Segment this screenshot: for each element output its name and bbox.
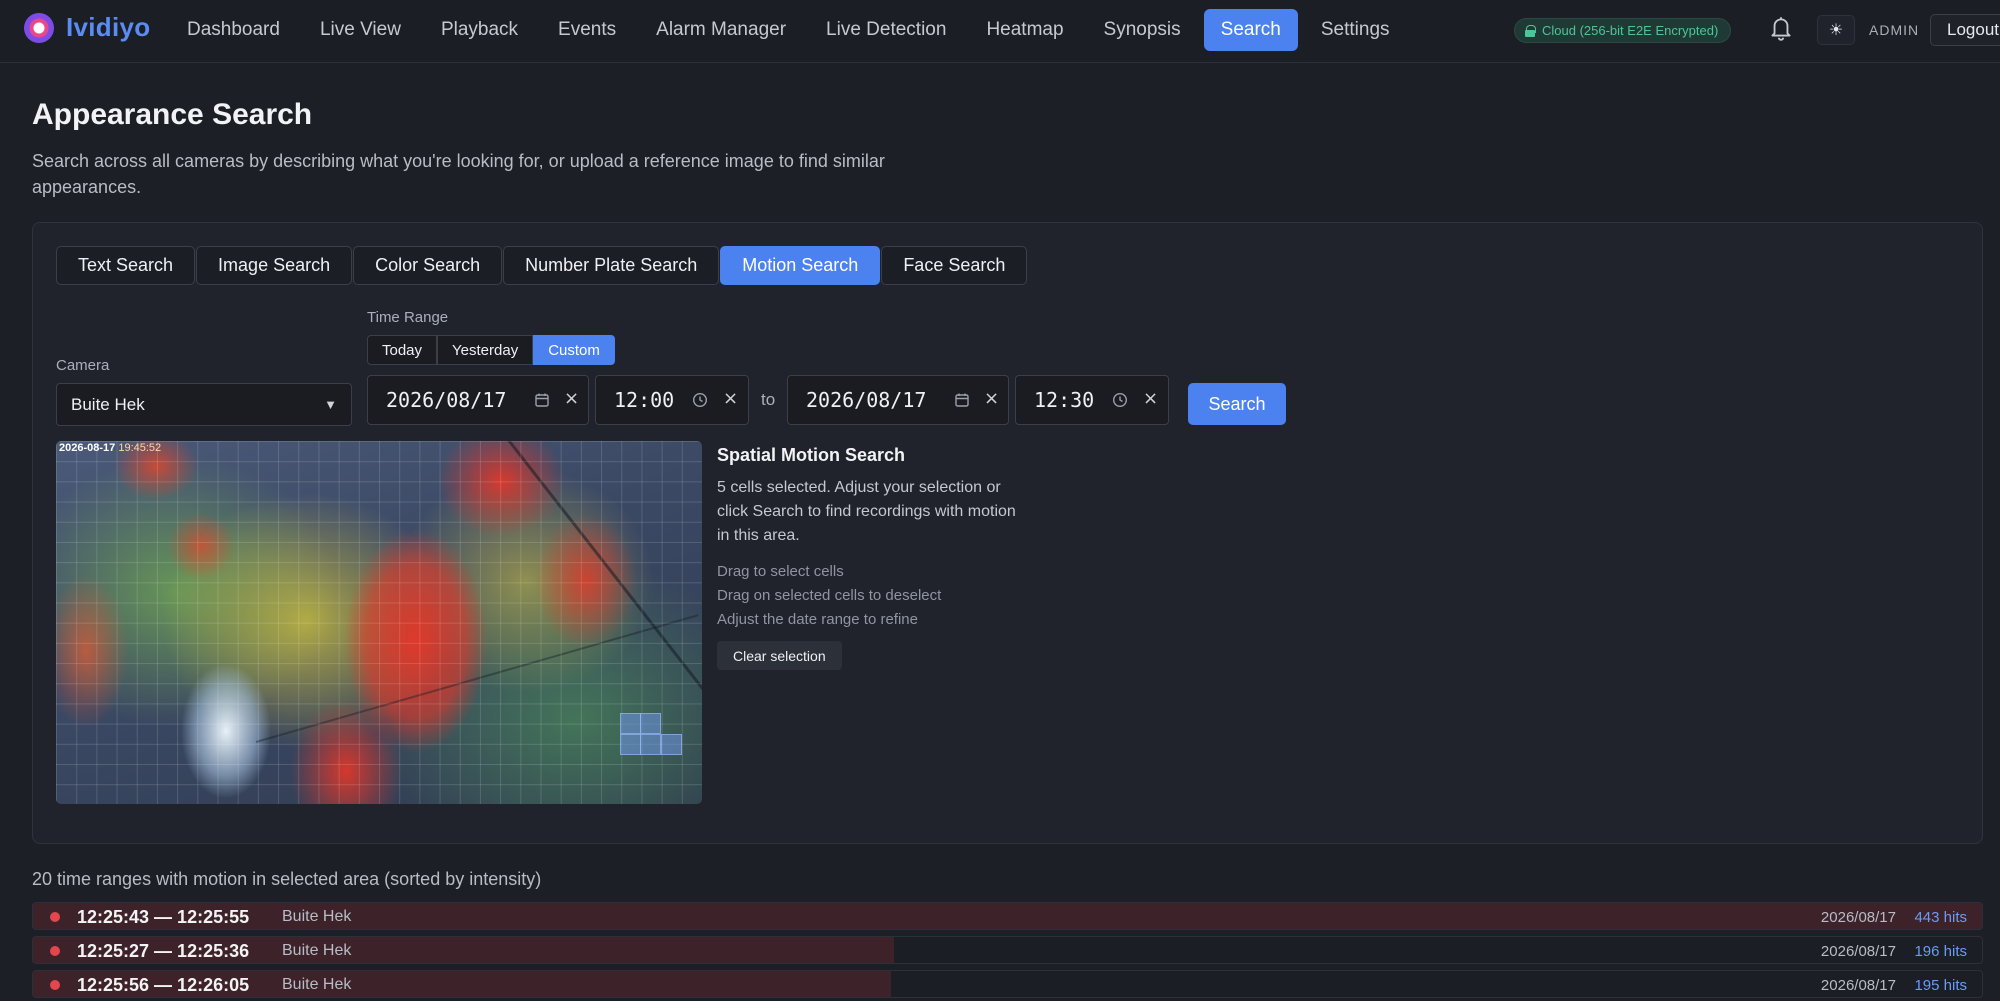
- page-title: Appearance Search: [32, 98, 313, 131]
- range-custom-button[interactable]: Custom: [533, 335, 615, 365]
- start-time-input[interactable]: 12:00 ×: [595, 375, 749, 425]
- result-time-range: 12:25:43 — 12:25:55: [77, 907, 250, 927]
- nav-item-live-detection[interactable]: Live Detection: [809, 9, 963, 51]
- tab-image-search[interactable]: Image Search: [196, 246, 353, 285]
- selected-cell[interactable]: [661, 734, 682, 755]
- result-camera: Buite Hek: [282, 942, 352, 959]
- spatial-search-text: 5 cells selected. Adjust your selection …: [717, 479, 1016, 544]
- range-yesterday-button[interactable]: Yesterday: [437, 335, 534, 365]
- clock-icon[interactable]: [692, 392, 708, 408]
- result-date: 2026/08/17: [1820, 943, 1896, 960]
- clock-icon[interactable]: [1112, 392, 1128, 408]
- caret-down-icon: ▼: [324, 397, 337, 412]
- time-range-group: Today Yesterday Custom: [367, 335, 615, 365]
- brand-name: Ividiyo: [66, 12, 151, 42]
- clear-selection-button[interactable]: Clear selection: [717, 641, 842, 670]
- page-description: Search across all cameras by describing …: [32, 151, 885, 197]
- result-row[interactable]: 12:25:56 — 12:26:05 Buite Hek 2026/08/17…: [32, 970, 1983, 998]
- results-summary: 20 time ranges with motion in selected a…: [32, 869, 542, 889]
- result-camera: Buite Hek: [282, 908, 352, 925]
- hint-drag-select: Drag to select cells: [717, 563, 844, 580]
- result-row[interactable]: 12:25:27 — 12:25:36 Buite Hek 2026/08/17…: [32, 936, 1983, 964]
- end-date-value: 2026/08/17: [806, 388, 927, 412]
- motion-heatmap-canvas[interactable]: 2026-08-17 19:45:52: [56, 441, 702, 804]
- result-hits: 195 hits: [1914, 977, 1967, 994]
- start-time-value: 12:00: [614, 388, 675, 412]
- selected-cell[interactable]: [640, 734, 661, 755]
- timestamp-date: 2026-08-17: [59, 442, 116, 454]
- clear-start-time-icon[interactable]: ×: [723, 388, 738, 409]
- sun-icon: ☀: [1828, 22, 1844, 39]
- timestamp-time: 19:45:52: [118, 442, 162, 454]
- result-hits: 443 hits: [1914, 909, 1967, 926]
- nav-item-alarm-manager[interactable]: Alarm Manager: [639, 9, 803, 51]
- selected-cell[interactable]: [620, 713, 641, 734]
- start-date-input[interactable]: 2026/08/17 ×: [367, 375, 589, 425]
- logout-button[interactable]: Logout: [1930, 14, 2000, 46]
- nav-item-search[interactable]: Search: [1203, 9, 1298, 51]
- to-label: to: [761, 390, 776, 409]
- nav-item-events[interactable]: Events: [541, 9, 633, 51]
- brand-logo-icon: [24, 12, 54, 43]
- tab-number-plate-search[interactable]: Number Plate Search: [503, 246, 720, 285]
- end-time-input[interactable]: 12:30 ×: [1015, 375, 1169, 425]
- bell-icon[interactable]: [1768, 14, 1794, 42]
- search-button[interactable]: Search: [1188, 383, 1286, 425]
- clear-end-time-icon[interactable]: ×: [1143, 388, 1158, 409]
- tab-motion-search[interactable]: Motion Search: [720, 246, 881, 285]
- tab-face-search[interactable]: Face Search: [881, 246, 1028, 285]
- search-tabs: Text Search Image Search Color Search Nu…: [56, 246, 1028, 285]
- end-date-input[interactable]: 2026/08/17 ×: [787, 375, 1009, 425]
- tab-text-search[interactable]: Text Search: [56, 246, 196, 285]
- calendar-icon[interactable]: [954, 392, 970, 408]
- selection-grid[interactable]: [56, 441, 702, 804]
- camera-timestamp: 2026-08-17 19:45:52: [59, 442, 161, 454]
- tab-color-search[interactable]: Color Search: [353, 246, 503, 285]
- range-today-button[interactable]: Today: [367, 335, 438, 365]
- result-date: 2026/08/17: [1820, 909, 1896, 926]
- camera-label: Camera: [56, 357, 110, 374]
- user-label: ADMIN: [1869, 22, 1920, 38]
- hint-drag-deselect: Drag on selected cells to deselect: [717, 587, 942, 604]
- result-hits: 196 hits: [1914, 943, 1967, 960]
- selected-cell[interactable]: [640, 713, 661, 734]
- result-time-range: 12:25:27 — 12:25:36: [77, 941, 250, 961]
- cloud-status-badge: Cloud (256-bit E2E Encrypted): [1514, 18, 1732, 43]
- result-date: 2026/08/17: [1820, 977, 1896, 994]
- nav-item-live-view[interactable]: Live View: [303, 9, 418, 51]
- hint-date-range: Adjust the date range to refine: [717, 611, 918, 628]
- motion-dot-icon: [50, 912, 60, 922]
- result-time-range: 12:25:56 — 12:26:05: [77, 975, 250, 995]
- nav-item-playback[interactable]: Playback: [424, 9, 535, 51]
- theme-toggle-button[interactable]: ☀: [1817, 15, 1855, 45]
- clear-end-date-icon[interactable]: ×: [984, 388, 999, 409]
- result-row[interactable]: 12:25:43 — 12:25:55 Buite Hek 2026/08/17…: [32, 902, 1983, 930]
- motion-dot-icon: [50, 980, 60, 990]
- main-nav: Dashboard Live View Playback Events Alar…: [170, 9, 1413, 51]
- camera-select-value: Buite Hek: [71, 394, 145, 414]
- search-panel: Text Search Image Search Color Search Nu…: [32, 222, 1983, 844]
- time-range-label: Time Range: [367, 309, 449, 326]
- nav-item-synopsis[interactable]: Synopsis: [1087, 9, 1198, 51]
- cloud-status-text: Cloud (256-bit E2E Encrypted): [1542, 23, 1719, 38]
- nav-item-dashboard[interactable]: Dashboard: [170, 9, 297, 51]
- start-date-value: 2026/08/17: [386, 388, 507, 412]
- lock-icon: [1525, 24, 1536, 37]
- top-nav-bar: Ividiyo Dashboard Live View Playback Eve…: [0, 0, 2000, 63]
- selected-cell[interactable]: [620, 734, 641, 755]
- camera-select[interactable]: Buite Hek ▼: [56, 383, 352, 426]
- calendar-icon[interactable]: [534, 392, 550, 408]
- nav-item-settings[interactable]: Settings: [1304, 9, 1407, 51]
- spatial-search-title: Spatial Motion Search: [717, 445, 906, 465]
- brand[interactable]: Ividiyo: [24, 12, 150, 43]
- end-time-value: 12:30: [1034, 388, 1095, 412]
- clear-start-date-icon[interactable]: ×: [564, 388, 579, 409]
- motion-dot-icon: [50, 946, 60, 956]
- result-camera: Buite Hek: [282, 976, 352, 993]
- nav-item-heatmap[interactable]: Heatmap: [969, 9, 1080, 51]
